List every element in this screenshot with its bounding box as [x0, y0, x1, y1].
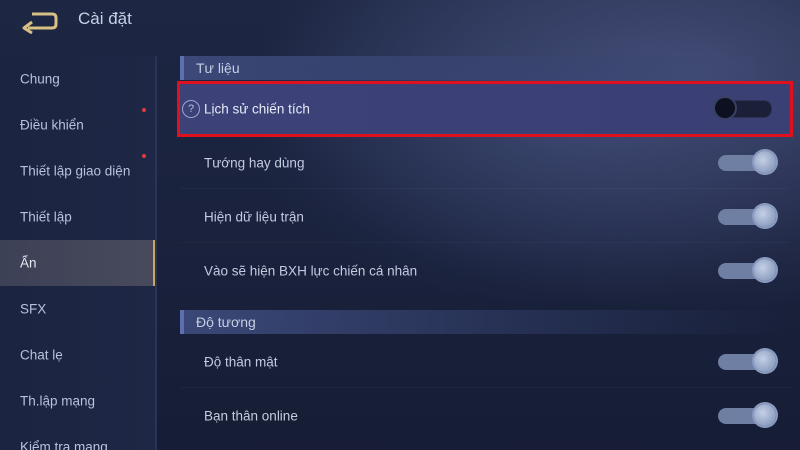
settings-content: Tư liệu ? Lịch sử chiến tích Tướng hay d… [160, 52, 800, 450]
sidebar-item-label: Th.lập mạng [20, 393, 96, 409]
page-title: Cài đặt [78, 9, 132, 28]
toggle-knob [754, 350, 776, 372]
section-header-intimacy: Độ tương [180, 310, 784, 334]
back-button[interactable] [18, 10, 60, 35]
sidebar-item-network-settings[interactable]: Th.lập mạng [0, 378, 153, 424]
divider [180, 242, 790, 243]
setting-row-match-history: ? Lịch sử chiến tích [177, 81, 793, 137]
help-icon[interactable]: ? [182, 100, 200, 118]
sidebar-item-general[interactable]: Chung [0, 56, 153, 102]
power-ranking-toggle[interactable] [718, 259, 776, 281]
sidebar: Chung Điều khiển Thiết lập giao diện Thi… [0, 56, 157, 450]
toggle-knob [754, 151, 776, 173]
setting-label: Hiện dữ liệu trận [204, 209, 304, 225]
sidebar-item-label: Điều khiển [20, 117, 84, 133]
setting-label: Vào sẽ hiện BXH lực chiến cá nhân [204, 263, 418, 279]
sidebar-item-network-check[interactable]: Kiểm tra mạng [0, 424, 153, 450]
frequent-heroes-toggle[interactable] [718, 151, 776, 173]
sidebar-item-interface[interactable]: Thiết lập giao diện [0, 148, 153, 194]
sidebar-item-sfx[interactable]: SFX [0, 286, 153, 332]
section-header-records: Tư liệu [180, 56, 784, 80]
sidebar-item-controls[interactable]: Điều khiển [0, 102, 153, 148]
header: Cài đặt [0, 0, 800, 44]
sidebar-item-label: Thiết lập [20, 209, 72, 225]
section-title: Tư liệu [196, 60, 240, 76]
sidebar-item-label: Kiểm tra mạng [20, 439, 108, 450]
divider [180, 387, 790, 388]
toggle-knob [754, 404, 776, 426]
sidebar-item-label: SFX [20, 301, 47, 317]
match-history-toggle[interactable] [715, 98, 772, 118]
notification-dot [142, 108, 146, 112]
setting-row-match-data: Hiện dữ liệu trận [180, 192, 790, 242]
setting-label: Bạn thân online [204, 408, 298, 424]
setting-label: Lịch sử chiến tích [204, 101, 310, 117]
sidebar-item-setup[interactable]: Thiết lập [0, 194, 153, 240]
setting-row-online-friends: Bạn thân online [180, 391, 790, 441]
settings-screen: Cài đặt Chung Điều khiển Thiết lập giao … [0, 0, 800, 450]
section-title: Độ tương [196, 314, 256, 330]
sidebar-item-hide[interactable]: Ẩn [0, 240, 155, 286]
intimacy-toggle[interactable] [718, 350, 776, 372]
toggle-knob [754, 259, 776, 281]
setting-row-intimacy: Độ thân mật [180, 337, 790, 387]
sidebar-item-label: Ẩn [20, 255, 37, 271]
sidebar-item-quick-chat[interactable]: Chat lẹ [0, 332, 153, 378]
sidebar-item-label: Chung [20, 71, 60, 87]
toggle-knob [754, 205, 776, 227]
back-arrow-icon [22, 12, 58, 35]
setting-label: Tướng hay dùng [204, 155, 305, 171]
divider [180, 188, 790, 189]
toggle-knob [715, 98, 735, 118]
sidebar-item-label: Thiết lập giao diện [20, 163, 131, 179]
setting-row-frequent-heroes: Tướng hay dùng [180, 138, 790, 188]
notification-dot [142, 154, 146, 158]
setting-label: Độ thân mật [204, 354, 278, 370]
online-friends-toggle[interactable] [718, 404, 776, 426]
match-data-toggle[interactable] [718, 205, 776, 227]
sidebar-item-label: Chat lẹ [20, 347, 63, 363]
setting-row-power-ranking: Vào sẽ hiện BXH lực chiến cá nhân [180, 246, 790, 296]
